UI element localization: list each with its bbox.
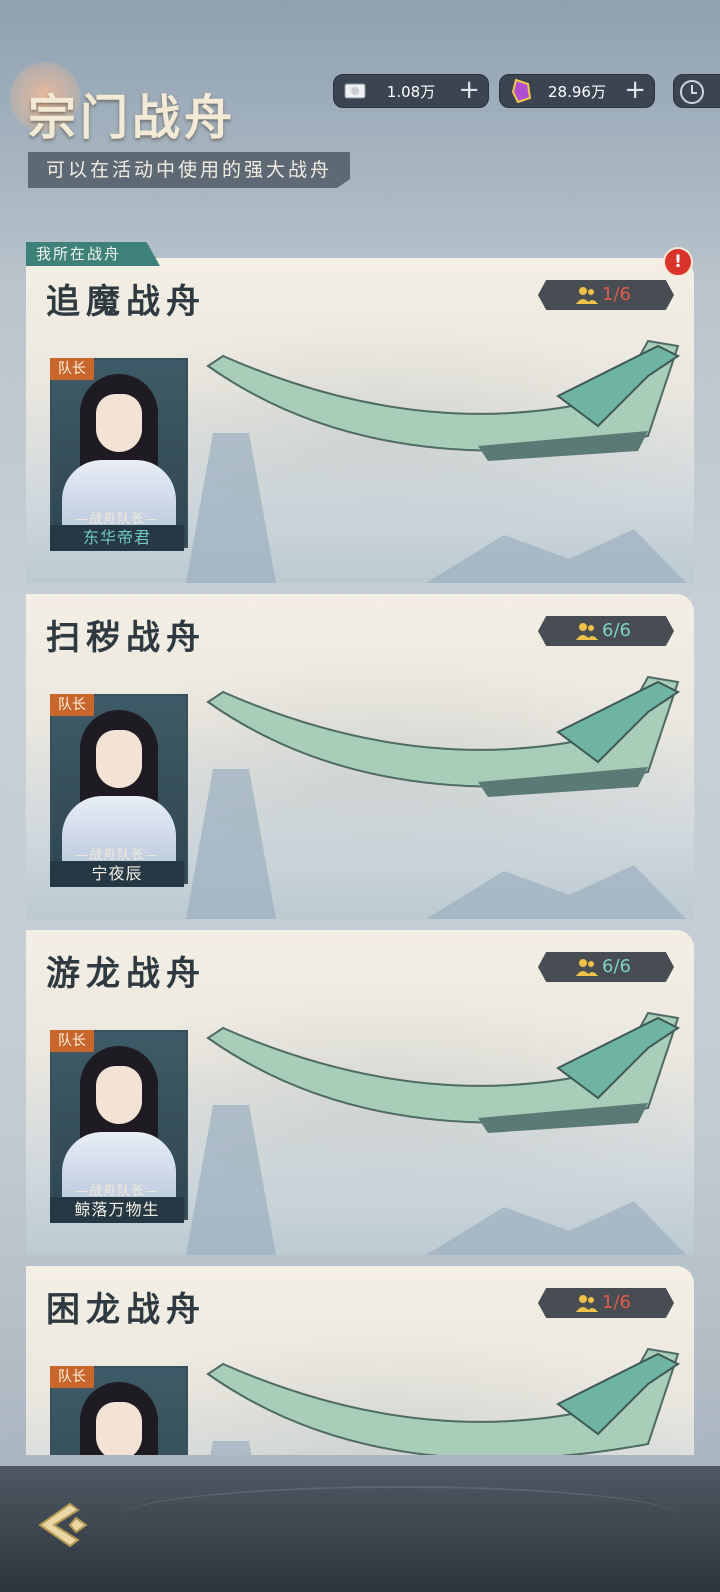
currency-silver: 1.08万 + [333,74,489,108]
currency-jade-value: 28.96万 [548,83,606,101]
members-icon [576,959,598,976]
captain-tag: 队长 [50,358,94,380]
bottom-bar [0,1466,720,1592]
war-ship-image [206,339,680,461]
clock-button[interactable] [673,74,720,108]
member-count-badge: 6/6 [538,952,674,982]
captain-name: 宁夜辰 [50,861,184,887]
back-arrow-icon [38,1502,88,1548]
war-ship-image [206,675,680,797]
captain-tag: 队长 [50,1366,94,1388]
member-count: 1/6 [602,284,631,305]
war-ship-image [206,1347,680,1455]
mountain-decor [426,1201,686,1255]
war-ship-image [206,1011,680,1133]
member-count-badge: 1/6 [538,1288,674,1318]
members-icon [576,287,598,304]
ship-name: 游龙战舟 [46,954,206,994]
alert-icon: ! [663,247,693,277]
ship-list[interactable]: 追魔战舟 1/6 队长 —战舟队长— 东华帝君 扫秽战舟 6/6 队长 —战舟队… [26,258,694,1455]
ship-card[interactable]: 追魔战舟 1/6 队长 —战舟队长— 东华帝君 [26,258,694,583]
silver-coin-icon [342,78,368,104]
captain-tag: 队长 [50,1030,94,1052]
ship-card[interactable]: 游龙战舟 6/6 队长 —战舟队长— 鲸落万物生 [26,930,694,1255]
current-ship-tag: 我所在战舟 [26,242,160,266]
add-jade-button[interactable]: + [624,75,646,105]
member-count: 1/6 [602,1292,631,1313]
page-title: 宗门战舟 [28,90,237,146]
member-count-badge: 1/6 [538,280,674,310]
captain-name: 东华帝君 [50,525,184,551]
member-count: 6/6 [602,620,631,641]
ship-card[interactable]: 扫秽战舟 6/6 队长 —战舟队长— 宁夜辰 [26,594,694,919]
clock-icon [680,80,704,104]
mountain-decor [426,865,686,919]
back-button[interactable] [30,1490,100,1560]
ship-name: 扫秽战舟 [46,618,206,658]
currency-silver-value: 1.08万 [386,83,436,101]
member-count-badge: 6/6 [538,616,674,646]
ship-name: 追魔战舟 [46,282,206,322]
add-silver-button[interactable]: + [458,75,480,105]
members-icon [576,623,598,640]
captain-tag: 队长 [50,694,94,716]
currency-jade: 28.96万 + [499,74,655,108]
ship-card[interactable]: 困龙战舟 1/6 队长 [26,1266,694,1455]
purple-jade-icon [508,78,534,104]
ship-name: 困龙战舟 [46,1290,206,1330]
member-count: 6/6 [602,956,631,977]
mountain-decor [426,529,686,583]
page-subtitle: 可以在活动中使用的强大战舟 [28,152,351,188]
captain-name: 鲸落万物生 [50,1197,184,1223]
members-icon [576,1295,598,1312]
